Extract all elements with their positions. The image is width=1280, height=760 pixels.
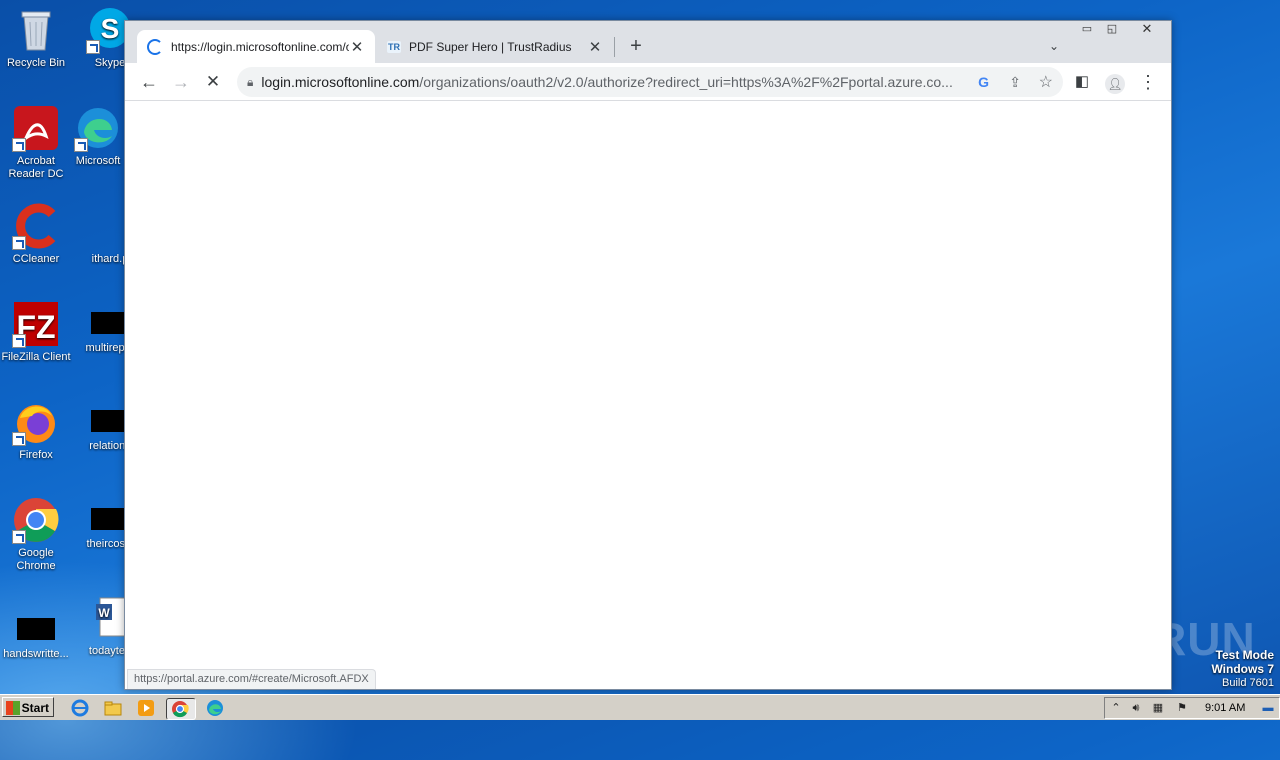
show-desktop-icon[interactable]: ▬ [1261,702,1275,714]
volume-icon[interactable]: 🔊︎ [1129,702,1143,714]
test-mode-notice: Test Mode Windows 7 Build 7601 [1211,648,1274,690]
side-panel-icon[interactable]: ◧ [1069,69,1095,95]
page-content [125,101,1171,689]
desktop-icon-label: Firefox [19,449,53,461]
close-window-button[interactable]: ✕ [1129,21,1165,39]
shortcut-arrow-icon [12,138,26,152]
tab-title: https://login.microsoftonline.com/organi… [171,39,349,54]
build-line: Build 7601 [1222,677,1274,689]
internet-explorer-taskbar-icon[interactable] [70,698,90,718]
share-icon[interactable]: ⇪ [1009,74,1021,91]
start-label: Start [21,701,49,715]
tab-trustradius[interactable]: TR PDF Super Hero | TrustRadius ✕ [377,30,613,63]
svg-text:S: S [101,13,120,44]
clock[interactable]: 9:01 AM [1205,702,1245,714]
minimize-button[interactable]: ▭ [1077,21,1097,39]
address-url[interactable]: login.microsoftonline.com/organizations/… [261,74,961,90]
redacted-file-icon [17,618,55,640]
desktop-icon-filezilla[interactable]: FZ FileZilla Client [0,300,72,364]
desktop-icon-label: handswritte... [3,648,69,660]
media-player-taskbar-icon[interactable] [136,698,156,718]
tab-login-microsoftonline[interactable]: https://login.microsoftonline.com/organi… [137,30,375,63]
chrome-taskbar-icon[interactable] [166,698,196,720]
browser-window: https://login.microsoftonline.com/organi… [124,20,1172,690]
loading-spinner-icon [147,38,163,55]
shortcut-arrow-icon [86,40,100,54]
recycle-bin-icon [12,6,60,54]
forward-button[interactable]: → [168,69,194,95]
back-button[interactable]: ← [136,69,162,95]
shortcut-arrow-icon [12,334,26,348]
lock-icon[interactable]: 🔒︎ [247,75,253,90]
ccleaner-icon [12,202,60,250]
address-host: login.microsoftonline.com [261,74,420,90]
desktop-icon-label: FileZilla Client [1,351,71,363]
desktop-icon-recycle-bin[interactable]: Recycle Bin [0,6,72,70]
desktop-icon-label: Google Chrome [16,547,56,572]
profile-avatar-icon[interactable]: 👤︎ [1102,69,1128,95]
bookmark-star-icon[interactable]: ☆ [1039,72,1053,92]
windows-version-line: Windows 7 [1211,662,1274,676]
filezilla-icon: FZ [12,300,60,348]
shortcut-arrow-icon [12,530,26,544]
address-bar[interactable]: 🔒︎ login.microsoftonline.com/organizatio… [237,67,1063,97]
shortcut-arrow-icon [12,432,26,446]
desktop-icon-firefox[interactable]: Firefox [0,398,72,462]
stop-loading-button[interactable]: ✕ [200,69,226,95]
desktop-icon-label: CCleaner [12,253,60,265]
firefox-icon [12,398,60,446]
browser-toolbar: ← → ✕ 🔒︎ login.microsoftonline.com/organ… [125,63,1171,101]
svg-text:W: W [98,606,110,620]
tab-search-dropdown-icon[interactable]: ⌄ [1041,33,1067,59]
google-translate-icon[interactable]: G [978,74,989,90]
status-bar-link-preview: https://portal.azure.com/#create/Microso… [127,669,376,689]
restore-button[interactable]: ◱ [1101,21,1123,39]
desktop-icon-google-chrome[interactable]: Google Chrome [0,496,72,573]
menu-kebab-icon[interactable]: ⋮ [1135,69,1161,95]
edge-taskbar-icon[interactable] [205,698,225,718]
tab-title: PDF Super Hero | TrustRadius [409,39,572,54]
start-button[interactable]: Start [2,697,54,717]
acrobat-reader-icon [12,104,60,152]
address-path: /organizations/oauth2/v2.0/authorize?red… [419,74,953,90]
shortcut-arrow-icon [74,138,88,152]
system-tray: ⌃ 🔊︎ ▦ ⚑ 9:01 AM ▬ [1104,697,1280,719]
edge-icon [74,104,122,152]
desktop-icon-ccleaner[interactable]: CCleaner [0,202,72,266]
tab-separator [614,37,615,57]
desktop-icon-handswritte[interactable]: handswritte... [0,594,72,661]
test-mode-line: Test Mode [1215,648,1274,662]
close-tab-icon[interactable]: ✕ [349,38,365,56]
shortcut-arrow-icon [12,236,26,250]
file-explorer-taskbar-icon[interactable] [103,698,123,718]
tab-strip: https://login.microsoftonline.com/organi… [125,21,1171,63]
new-tab-button[interactable]: + [623,33,649,59]
chrome-icon [12,496,60,544]
action-center-flag-icon[interactable]: ⚑ [1175,702,1189,714]
desktop-icon-label: Recycle Bin [6,57,66,69]
network-icon[interactable]: ▦ [1151,702,1165,714]
taskbar: Start ⌃ 🔊︎ ▦ ⚑ 9:01 AM ▬ [0,694,1280,720]
windows-logo-icon [6,701,20,715]
close-tab-icon[interactable]: ✕ [587,38,603,56]
trustradius-favicon-icon: TR [387,40,401,53]
show-hidden-icons-icon[interactable]: ⌃ [1109,702,1123,714]
